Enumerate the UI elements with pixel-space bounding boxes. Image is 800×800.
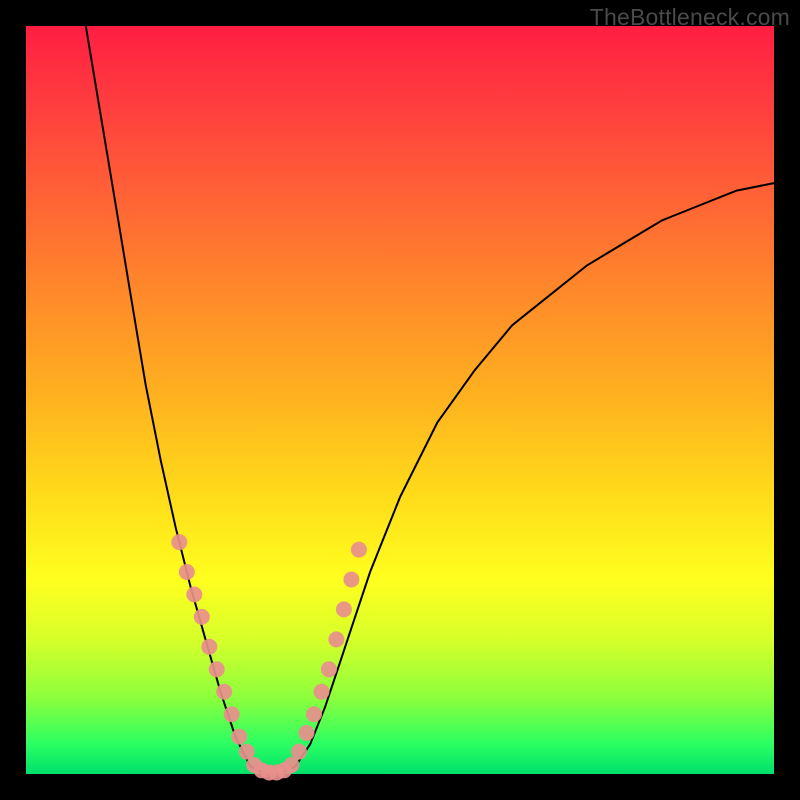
- sample-dot: [201, 639, 217, 655]
- sample-dot: [343, 572, 359, 588]
- sample-dots-group: [171, 534, 367, 780]
- sample-dot: [224, 706, 240, 722]
- chart-frame: TheBottleneck.com: [0, 0, 800, 800]
- sample-dot: [299, 725, 315, 741]
- sample-dot: [328, 631, 344, 647]
- sample-dot: [179, 564, 195, 580]
- sample-dot: [171, 534, 187, 550]
- sample-dot: [314, 684, 330, 700]
- sample-dot: [336, 601, 352, 617]
- chart-overlay: [26, 26, 774, 774]
- sample-dot: [194, 609, 210, 625]
- sample-dot: [231, 729, 247, 745]
- sample-dot: [306, 706, 322, 722]
- sample-dot: [321, 661, 337, 677]
- bottleneck-curve: [86, 26, 774, 774]
- sample-dot: [351, 542, 367, 558]
- sample-dot: [284, 757, 300, 773]
- sample-dot: [186, 587, 202, 603]
- sample-dot: [209, 661, 225, 677]
- sample-dot: [216, 684, 232, 700]
- sample-dot: [239, 744, 255, 760]
- sample-dot: [291, 744, 307, 760]
